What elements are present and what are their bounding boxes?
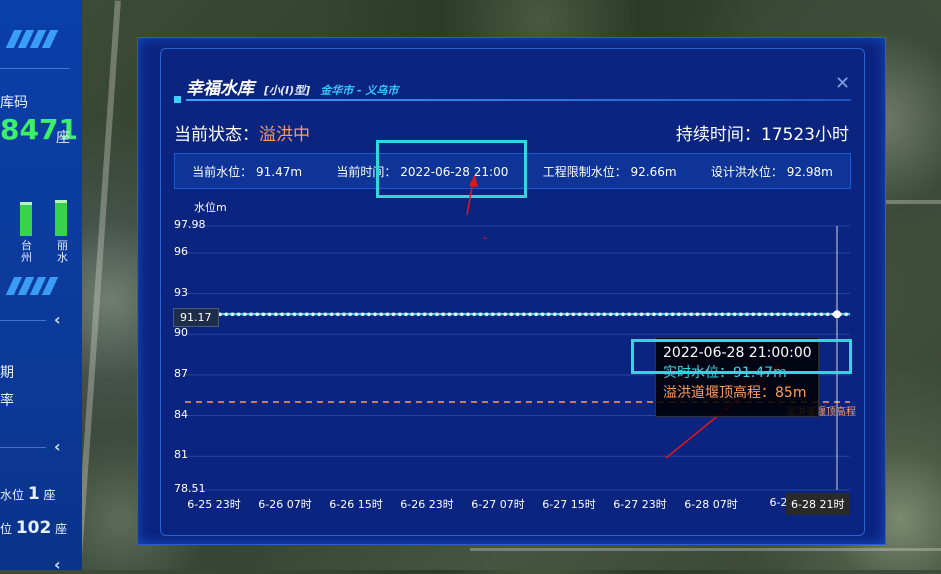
bar-label-taizhou: 台州 bbox=[21, 239, 32, 264]
x-tick-label: 6-26 07时 bbox=[258, 498, 312, 511]
y-tick-label: 97.98 bbox=[174, 218, 206, 231]
y-hover-badge: 91.17 bbox=[173, 308, 219, 327]
y-tick-label: 78.51 bbox=[174, 482, 206, 495]
stripe-decoration bbox=[5, 277, 60, 295]
stripe-decoration bbox=[5, 30, 60, 48]
x-tick-label: 6-27 07时 bbox=[471, 498, 525, 511]
chevron-left-icon[interactable]: ‹ bbox=[54, 310, 61, 329]
tooltip-crest: 溢洪道堰顶高程：85m bbox=[663, 385, 807, 401]
bar-label-lishui: 丽水 bbox=[57, 239, 68, 264]
y-tick-label: 84 bbox=[174, 407, 188, 421]
period-sub-label: 率 bbox=[0, 393, 14, 409]
count-unit: 座 bbox=[56, 130, 70, 146]
x-tick-label: 6-27 15时 bbox=[542, 498, 596, 511]
x-tick-label: 6-26 15时 bbox=[329, 498, 383, 511]
chevron-left-icon[interactable]: ‹ bbox=[54, 437, 61, 456]
row2-label: 位 102 座 bbox=[0, 518, 68, 538]
reservoir-dialog: 幸福水库 [小(I)型] 金华市 - 义乌市 ✕ 当前状态：溢洪中 持续时间：1… bbox=[137, 37, 886, 545]
divider bbox=[0, 68, 70, 69]
x-tick-label: 6-25 23时 bbox=[187, 498, 241, 511]
y-tick-label: 90 bbox=[174, 326, 188, 340]
reservoir-code-label: 库码 bbox=[0, 95, 28, 111]
x-hover-badge: 6-28 21时 bbox=[786, 493, 850, 515]
period-label: 期 bbox=[0, 365, 14, 381]
divider bbox=[0, 320, 46, 321]
y-tick-label: 87 bbox=[174, 366, 188, 380]
y-tick-label: 81 bbox=[174, 448, 188, 462]
y-tick-label: 96 bbox=[174, 244, 188, 258]
x-tick-label: 6-27 23时 bbox=[613, 498, 667, 511]
x-tick-label: 6-26 23时 bbox=[400, 498, 454, 511]
annotation-dot bbox=[484, 237, 486, 239]
chevron-left-icon[interactable]: ‹ bbox=[54, 555, 61, 574]
x-tick-label: 6-28 07时 bbox=[684, 498, 738, 511]
bar-lishui bbox=[55, 200, 67, 236]
bar-taizhou bbox=[20, 202, 32, 236]
hover-point bbox=[833, 310, 841, 319]
row1-label: 水位 1 座 bbox=[0, 484, 56, 504]
highlight-box bbox=[631, 339, 852, 374]
water-level-chart bbox=[185, 175, 850, 491]
left-panel: 库码 8471 座 台州 丽水 ‹ 期 率 ‹ 水位 1 座 位 102 座 ‹ bbox=[0, 0, 82, 574]
y-tick-label: 93 bbox=[174, 285, 188, 299]
divider bbox=[0, 447, 46, 448]
